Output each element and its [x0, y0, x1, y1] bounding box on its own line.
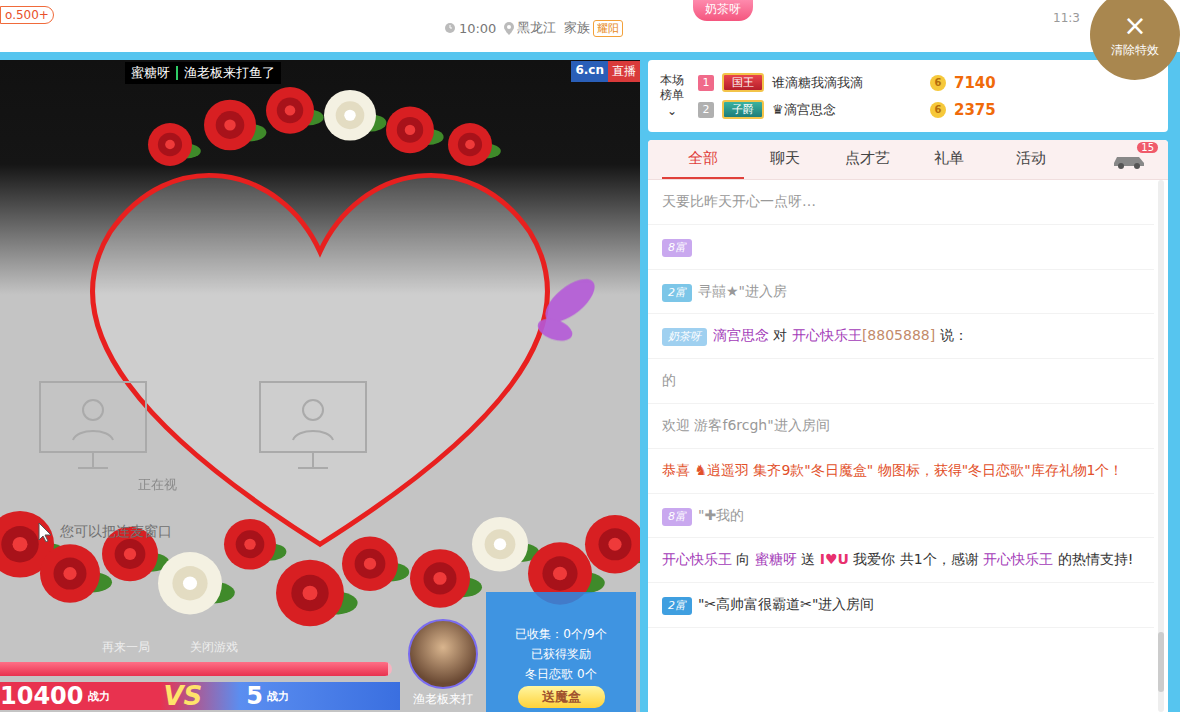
location: 黑龙江: [504, 19, 556, 37]
chat-scrollbar[interactable]: [1158, 180, 1164, 712]
room-body: 蜜糖呀渔老板来打鱼了 6.cn直播正在视您可以把连麦窗口再来一局 关闭游戏 10400…: [0, 52, 1180, 712]
chat-tab[interactable]: 礼单: [908, 140, 990, 179]
video-header: 蜜糖呀渔老板来打鱼了 6.cn直播: [0, 60, 640, 86]
cursor-icon: [38, 522, 52, 542]
chat-message: 2富"✂高帅富很霸道✂"进入房间: [648, 583, 1154, 628]
host-tag: 蜜糖呀渔老板来打鱼了: [125, 62, 281, 84]
clock: 11:3: [1053, 11, 1080, 25]
chat-message: 欢迎 游客f6rcgh"进入房间: [648, 404, 1154, 449]
chat-message: 2富寻囍★"进入房: [648, 270, 1154, 315]
chat-message: 恭喜 ♞逍遥羽 集齐9款"冬日魔盒" 物图标，获得"冬日恋歌"库存礼物1个！: [648, 449, 1154, 494]
wealth-badge: 2富: [662, 597, 692, 615]
host-badge: 奶茶呀: [693, 0, 753, 21]
close-icon: ×: [1123, 12, 1146, 40]
pk-bar: 再来一局关闭游戏10400战力VS5战力渔老板来打已收集：0个/9个已获得奖励冬…: [0, 632, 640, 712]
wealth-badge: 8富: [662, 508, 692, 526]
chat-tab[interactable]: 聊天: [744, 140, 826, 179]
pk-scores: 10400战力VS5战力: [0, 682, 400, 710]
send-box-button[interactable]: 送魔盒: [518, 686, 605, 708]
video-player[interactable]: 蜜糖呀渔老板来打鱼了 6.cn直播正在视您可以把连麦窗口再来一局 关闭游戏 10400…: [0, 60, 640, 712]
monitor-icon: [258, 380, 368, 470]
chat-tabs: 全部聊天点才艺礼单活动 15: [648, 140, 1168, 180]
placeholder-status: 正在视: [138, 476, 640, 494]
pk-progress: [0, 662, 392, 676]
chat-panel: 全部聊天点才艺礼单活动 15天要比昨天开心一点呀… 8富 2富寻囍★"进入房奶茶呀滴宫…: [648, 140, 1168, 712]
ranking-panel: 本场榜单⌄ 1国王谁滴糖我滴我滴67140 2子爵♛滴宫思念62375: [648, 60, 1168, 132]
room-meta: 10:00 黑龙江家族耀阳: [444, 19, 623, 37]
wealth-badge: 2富: [662, 284, 692, 302]
opponent-avatar[interactable]: [408, 619, 478, 689]
chat-tab[interactable]: 全部: [662, 140, 744, 179]
level-badge: o.500+: [0, 6, 54, 24]
wealth-badge: 8富: [662, 239, 692, 257]
top-bar: o.500+ 10:00 黑龙江家族耀阳 奶茶呀 11:3: [0, 0, 1180, 52]
chat-message: 的: [648, 359, 1154, 404]
coin-icon: 6: [930, 75, 946, 91]
chat-message: 奶茶呀滴宫思念 对 开心快乐王[8805888] 说：: [648, 314, 1154, 359]
ranking-label[interactable]: 本场榜单⌄: [660, 73, 684, 120]
pk-action-button[interactable]: 再来一局: [102, 639, 150, 656]
live-room-page: o.500+10:00黑龙江家族耀阳奶茶呀11:3×清除特效蜜糖呀渔老板来打鱼了…: [0, 0, 1180, 712]
chat-message: 8富"✚我的: [648, 494, 1154, 539]
chat-message: 天要比昨天开心一点呀…: [648, 180, 1154, 225]
coin-icon: 6: [930, 102, 946, 118]
pk-action-button[interactable]: 关闭游戏: [190, 639, 238, 656]
family: 家族耀阳: [564, 19, 623, 37]
site-logo: 6.cn直播: [571, 61, 640, 82]
chat-tab[interactable]: 活动: [990, 140, 1072, 179]
pin-icon: [504, 22, 514, 35]
placeholder-screens: [38, 380, 640, 470]
chat-message: 8富: [648, 225, 1154, 270]
placeholder-hint: 您可以把连麦窗口: [38, 522, 640, 542]
ranking-row[interactable]: 1国王谁滴糖我滴我滴67140: [698, 73, 996, 92]
time: 10:00: [444, 21, 496, 36]
video-stage: 正在视您可以把连麦窗口: [0, 86, 640, 632]
chat-list: 天要比昨天开心一点呀… 8富 2富寻囍★"进入房奶茶呀滴宫思念 对 开心快乐王[88…: [648, 180, 1168, 712]
side-column: 本场榜单⌄ 1国王谁滴糖我滴我滴67140 2子爵♛滴宫思念62375 全部聊天点才艺…: [648, 60, 1168, 712]
family-badge[interactable]: 耀阳: [593, 20, 623, 37]
chat-tab[interactable]: 点才艺: [826, 140, 908, 179]
wealth-badge: 奶茶呀: [662, 328, 707, 346]
clock-icon: [444, 22, 456, 34]
pk-actions: 再来一局 关闭游戏: [0, 639, 400, 656]
gift-effect-heart: [0, 86, 640, 632]
opponent[interactable]: 渔老板来打: [400, 619, 486, 712]
chat-message: 开心快乐王 向 蜜糖呀 送 I♥U 我爱你 共1个，感谢 开心快乐王 的热情支持…: [648, 538, 1154, 583]
car-tab[interactable]: 15: [1106, 140, 1152, 179]
reward-box: 已收集：0个/9个已获得奖励冬日恋歌 0个送魔盒: [486, 592, 636, 712]
car-icon: [1112, 151, 1146, 169]
monitor-icon: [38, 380, 148, 470]
ranking-row[interactable]: 2子爵♛滴宫思念62375: [698, 100, 996, 119]
